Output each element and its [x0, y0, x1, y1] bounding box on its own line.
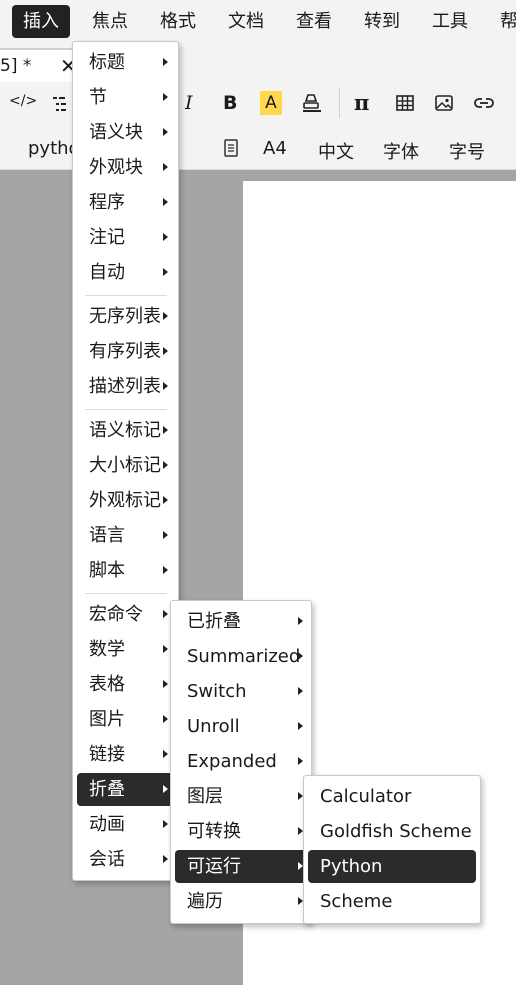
submenu-arrow-icon	[163, 426, 168, 434]
submenu-arrow-icon	[163, 750, 168, 758]
menu-divider	[85, 295, 167, 296]
submenu-arrow-icon	[163, 58, 168, 66]
menu-item-automatic[interactable]: 自动	[77, 256, 168, 289]
menu-item-program[interactable]: 程序	[77, 186, 168, 219]
submenu-item-runnable[interactable]: 可运行	[175, 850, 307, 883]
submenu-arrow-icon	[163, 461, 168, 469]
menu-item-appearance-markup[interactable]: 外观标记	[77, 484, 168, 517]
menu-item-fold[interactable]: 折叠	[77, 773, 173, 806]
submenu-item-layers[interactable]: 图层	[175, 780, 307, 813]
menu-focus[interactable]: 焦点	[81, 5, 139, 38]
menu-item-script[interactable]: 脚本	[77, 554, 168, 587]
submenu-arrow-icon	[163, 496, 168, 504]
menu-item-animation[interactable]: 动画	[77, 808, 168, 841]
submenu-arrow-icon	[163, 312, 168, 320]
insert-menu: 标题 节 语义块 外观块 程序 注记 自动 无序列表 有序列表 描述列表 语义标…	[72, 41, 179, 881]
submenu-arrow-icon	[163, 531, 168, 539]
menu-item-image[interactable]: 图片	[77, 703, 168, 736]
submenu-item-unroll[interactable]: Unroll	[175, 710, 307, 743]
submenu-item-calculator[interactable]: Calculator	[308, 780, 476, 813]
submenu-arrow-icon	[163, 163, 168, 171]
menu-item-appearance-block[interactable]: 外观块	[77, 151, 168, 184]
table-icon[interactable]	[393, 91, 417, 115]
menu-item-section[interactable]: 节	[77, 81, 168, 114]
menu-item-math[interactable]: 数学	[77, 633, 168, 666]
menu-item-table[interactable]: 表格	[77, 668, 168, 701]
link-icon[interactable]	[472, 91, 496, 115]
highlight-button[interactable]: A	[260, 91, 282, 115]
menu-item-link[interactable]: 链接	[77, 738, 168, 771]
math-pi-button[interactable]: π	[354, 90, 369, 115]
menu-document[interactable]: 文档	[217, 5, 275, 38]
menu-item-session[interactable]: 会话	[77, 843, 168, 876]
menu-item-semantic-block[interactable]: 语义块	[77, 116, 168, 149]
submenu-arrow-icon	[163, 128, 168, 136]
menu-goto[interactable]: 转到	[353, 5, 411, 38]
submenu-item-python[interactable]: Python	[308, 850, 476, 883]
submenu-item-switch[interactable]: Switch	[175, 675, 307, 708]
submenu-arrow-icon	[163, 820, 168, 828]
code-icon[interactable]: </>	[9, 93, 37, 109]
menu-item-unordered-list[interactable]: 无序列表	[77, 300, 168, 333]
submenu-arrow-icon	[163, 645, 168, 653]
font-button[interactable]: 字体	[383, 138, 419, 164]
submenu-item-folded[interactable]: 已折叠	[175, 605, 307, 638]
submenu-arrow-icon	[163, 855, 168, 863]
bold-button[interactable]: B	[223, 92, 237, 114]
submenu-arrow-icon	[163, 382, 168, 390]
submenu-arrow-icon	[163, 198, 168, 206]
submenu-item-traverse[interactable]: 遍历	[175, 885, 307, 918]
menu-divider	[85, 593, 167, 594]
submenu-arrow-icon	[163, 680, 168, 688]
language-button[interactable]: 中文	[318, 138, 354, 164]
submenu-item-scheme[interactable]: Scheme	[308, 885, 476, 918]
menu-format[interactable]: 格式	[149, 5, 207, 38]
eraser-icon[interactable]	[300, 91, 324, 115]
menubar: 插入 焦点 格式 文档 查看 转到 工具 帮	[0, 0, 516, 42]
submenu-item-summarized[interactable]: Summarized	[175, 640, 307, 673]
image-icon[interactable]	[432, 91, 456, 115]
menu-tools[interactable]: 工具	[421, 5, 479, 38]
fold-submenu: 已折叠 Summarized Switch Unroll Expanded 图层…	[170, 600, 312, 924]
menu-item-size-markup[interactable]: 大小标记	[77, 449, 168, 482]
submenu-item-goldfish-scheme[interactable]: Goldfish Scheme	[308, 815, 476, 848]
menu-item-description-list[interactable]: 描述列表	[77, 370, 168, 403]
menu-view[interactable]: 查看	[285, 5, 343, 38]
submenu-item-convertible[interactable]: 可转换	[175, 815, 307, 848]
submenu-item-expanded[interactable]: Expanded	[175, 745, 307, 778]
toolbar-separator	[339, 88, 340, 118]
menu-item-ordered-list[interactable]: 有序列表	[77, 335, 168, 368]
submenu-arrow-icon	[298, 722, 303, 730]
runnable-submenu: Calculator Goldfish Scheme Python Scheme	[303, 775, 481, 924]
menu-item-macro[interactable]: 宏命令	[77, 598, 168, 631]
menu-item-annotation[interactable]: 注记	[77, 221, 168, 254]
submenu-arrow-icon	[163, 785, 168, 793]
outline-icon[interactable]	[50, 92, 74, 116]
document-tab[interactable]: 5] * ✕	[0, 48, 82, 82]
menu-divider	[85, 409, 167, 410]
font-size-button[interactable]: 字号	[449, 138, 485, 164]
submenu-arrow-icon	[298, 652, 303, 660]
submenu-arrow-icon	[298, 757, 303, 765]
menu-item-semantic-markup[interactable]: 语义标记	[77, 414, 168, 447]
submenu-arrow-icon	[163, 610, 168, 618]
submenu-arrow-icon	[163, 268, 168, 276]
italic-button[interactable]: I	[185, 92, 193, 114]
submenu-arrow-icon	[163, 347, 168, 355]
menu-insert[interactable]: 插入	[12, 5, 70, 38]
submenu-arrow-icon	[163, 93, 168, 101]
submenu-arrow-icon	[298, 617, 303, 625]
menu-item-heading[interactable]: 标题	[77, 46, 168, 79]
submenu-arrow-icon	[163, 566, 168, 574]
submenu-arrow-icon	[163, 233, 168, 241]
submenu-arrow-icon	[298, 687, 303, 695]
menu-help[interactable]: 帮	[489, 5, 516, 38]
paper-size-button[interactable]: A4	[263, 138, 287, 159]
submenu-arrow-icon	[163, 715, 168, 723]
menu-item-language[interactable]: 语言	[77, 519, 168, 552]
page-icon[interactable]	[219, 136, 243, 160]
tab-title: 5] *	[0, 56, 32, 76]
